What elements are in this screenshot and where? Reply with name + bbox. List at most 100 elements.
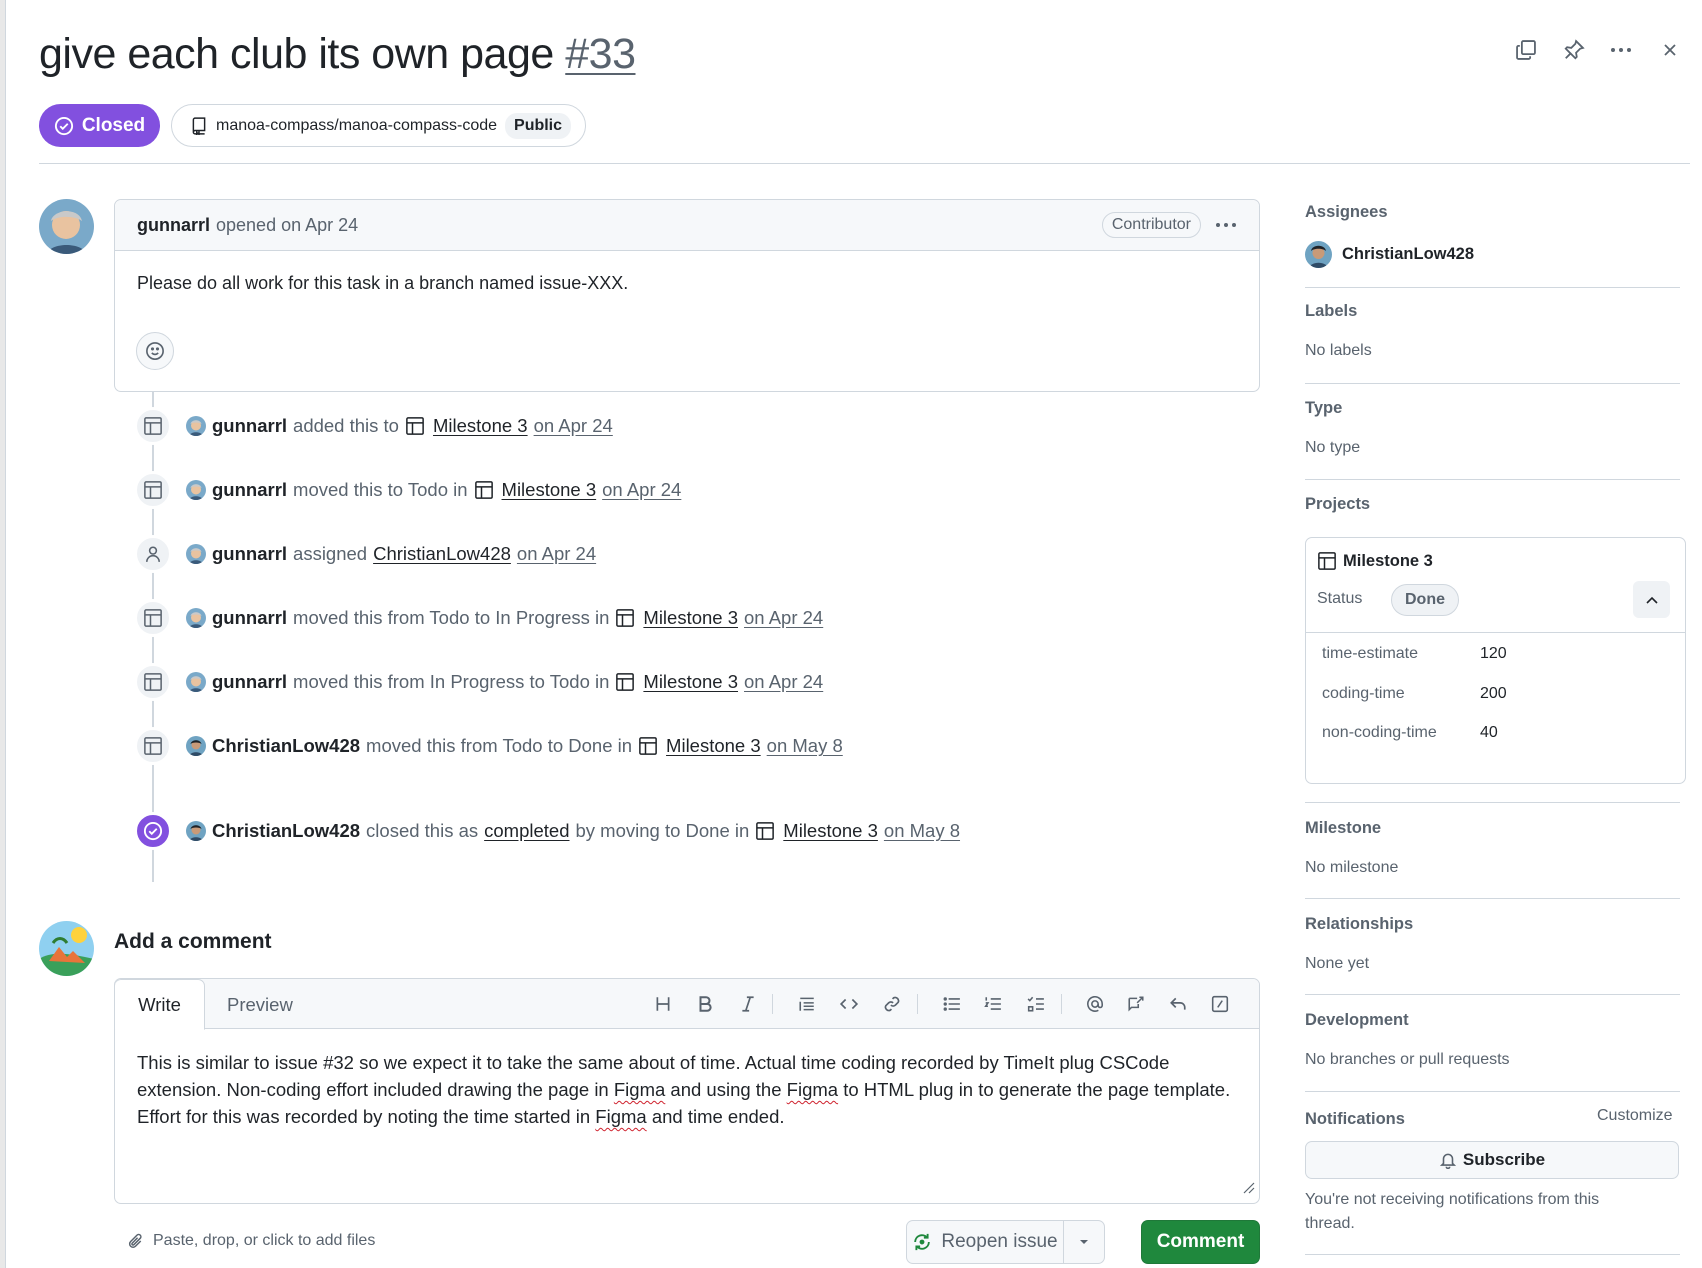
quote-icon[interactable] — [795, 992, 819, 1016]
actor-avatar[interactable] — [186, 416, 206, 436]
project-field-value[interactable]: 200 — [1480, 685, 1507, 703]
reopen-issue-button[interactable]: Reopen issue — [907, 1221, 1064, 1263]
event-project-link[interactable]: Milestone 3 — [643, 607, 738, 629]
bold-icon[interactable] — [693, 992, 717, 1016]
task-list-icon[interactable] — [1024, 992, 1048, 1016]
event-date[interactable]: on May 8 — [884, 820, 960, 842]
actor-avatar[interactable] — [186, 608, 206, 628]
project-field-name: non-coding-time — [1322, 724, 1437, 741]
event-project-link[interactable]: Milestone 3 — [433, 415, 528, 437]
cross-reference-icon[interactable] — [1124, 992, 1148, 1016]
projects-heading[interactable]: Projects — [1305, 495, 1370, 514]
event-date[interactable]: on Apr 24 — [534, 415, 613, 437]
event-project-link[interactable]: Milestone 3 — [502, 479, 597, 501]
actor-avatar[interactable] — [186, 821, 206, 841]
event-actor[interactable]: ChristianLow428 — [212, 820, 360, 842]
comment-author[interactable]: gunnarrl — [137, 215, 210, 236]
close-icon[interactable] — [1656, 36, 1684, 64]
development-heading[interactable]: Development — [1305, 1011, 1409, 1030]
comment-menu-icon[interactable] — [1215, 222, 1237, 228]
comment-textarea[interactable]: This is similar to issue #32 so we expec… — [115, 1029, 1259, 1150]
event-project-link[interactable]: Milestone 3 — [666, 735, 761, 757]
actor-avatar[interactable] — [186, 544, 206, 564]
relationships-heading[interactable]: Relationships — [1305, 915, 1413, 934]
customize-notifications-link[interactable]: Customize — [1597, 1107, 1673, 1125]
project-table-icon — [615, 672, 639, 692]
labels-heading[interactable]: Labels — [1305, 302, 1357, 321]
event-date[interactable]: on Apr 24 — [744, 607, 823, 629]
bell-icon — [1439, 1153, 1456, 1169]
event-action: moved this to Todo in — [293, 479, 468, 500]
actor-avatar[interactable] — [186, 480, 206, 500]
ordered-list-icon[interactable] — [981, 992, 1005, 1016]
event-target-link[interactable]: completed — [484, 820, 569, 842]
event-date[interactable]: on Apr 24 — [602, 479, 681, 501]
mention-icon[interactable] — [1083, 992, 1107, 1016]
add-reaction-button[interactable] — [136, 332, 174, 370]
actor-avatar[interactable] — [186, 672, 206, 692]
status-value-badge[interactable]: Done — [1391, 584, 1459, 616]
event-actor[interactable]: gunnarrl — [212, 671, 287, 693]
project-title[interactable]: Milestone 3 — [1317, 551, 1433, 571]
timeline-event: ChristianLow428 moved this from Todo to D… — [134, 727, 843, 765]
italic-icon[interactable] — [736, 992, 760, 1016]
unordered-list-icon[interactable] — [940, 992, 964, 1016]
issue-title-text: give each club its own page — [39, 30, 554, 78]
assignee-item[interactable]: ChristianLow428 — [1305, 241, 1474, 268]
project-field-value[interactable]: 120 — [1480, 645, 1507, 663]
project-field-value[interactable]: 40 — [1480, 724, 1498, 742]
current-user-avatar[interactable] — [39, 921, 94, 976]
event-actor[interactable]: gunnarrl — [212, 543, 287, 565]
event-project[interactable]: Milestone 3 — [615, 671, 738, 693]
author-avatar[interactable] — [39, 199, 94, 254]
tab-preview[interactable]: Preview — [227, 979, 293, 1030]
reopen-icon — [914, 1233, 931, 1251]
event-actor[interactable]: gunnarrl — [212, 415, 287, 437]
actor-avatar[interactable] — [186, 736, 206, 756]
slash-commands-icon[interactable] — [1208, 992, 1232, 1016]
comment-button[interactable]: Comment — [1141, 1220, 1260, 1264]
subscribe-button[interactable]: Subscribe — [1305, 1141, 1679, 1179]
issue-number-link[interactable]: #33 — [565, 30, 636, 78]
event-project[interactable]: Milestone 3 — [615, 607, 738, 629]
copy-icon[interactable] — [1512, 36, 1540, 64]
link-icon[interactable] — [880, 992, 904, 1016]
event-target-link[interactable]: ChristianLow428 — [373, 543, 511, 565]
event-project-link[interactable]: Milestone 3 — [783, 820, 878, 842]
assignees-heading[interactable]: Assignees — [1305, 203, 1388, 222]
event-project[interactable]: Milestone 3 — [474, 479, 597, 501]
event-project-link[interactable]: Milestone 3 — [643, 671, 738, 693]
event-date[interactable]: on Apr 24 — [744, 671, 823, 693]
comment-opened-date[interactable]: opened on Apr 24 — [216, 215, 358, 236]
issue-body-comment: gunnarrl opened on Apr 24 Contributor Pl… — [114, 199, 1260, 392]
event-project[interactable]: Milestone 3 — [638, 735, 761, 757]
event-date[interactable]: on Apr 24 — [517, 543, 596, 565]
repo-badge[interactable]: manoa-compass/manoa-compass-code Public — [171, 104, 587, 147]
event-project[interactable]: Milestone 3 — [405, 415, 528, 437]
heading-icon[interactable] — [651, 992, 675, 1016]
reopen-issue-button-group: Reopen issue — [906, 1220, 1105, 1264]
event-date[interactable]: on May 8 — [767, 735, 843, 757]
pin-icon[interactable] — [1560, 36, 1588, 64]
attach-files[interactable]: Paste, drop, or click to add files — [128, 1232, 375, 1250]
event-actor[interactable]: gunnarrl — [212, 479, 287, 501]
project-name[interactable]: Milestone 3 — [1343, 552, 1433, 571]
more-options-icon[interactable] — [1607, 36, 1635, 64]
resize-handle-icon[interactable] — [1241, 1180, 1255, 1199]
milestone-heading[interactable]: Milestone — [1305, 819, 1381, 838]
reopen-options-dropdown[interactable] — [1064, 1221, 1104, 1263]
person-icon — [134, 535, 172, 573]
tab-write[interactable]: Write — [115, 979, 205, 1030]
visibility-label: Public — [505, 112, 572, 139]
event-project[interactable]: Milestone 3 — [755, 820, 878, 842]
event-actor[interactable]: gunnarrl — [212, 607, 287, 629]
code-icon[interactable] — [837, 992, 861, 1016]
collapse-project-button[interactable] — [1633, 581, 1670, 618]
assignee-name[interactable]: ChristianLow428 — [1342, 245, 1474, 264]
attach-files-label[interactable]: Paste, drop, or click to add files — [153, 1232, 375, 1250]
type-heading[interactable]: Type — [1305, 399, 1342, 418]
reply-icon[interactable] — [1166, 992, 1190, 1016]
development-value: No branches or pull requests — [1305, 1051, 1510, 1068]
repo-name[interactable]: manoa-compass/manoa-compass-code — [216, 117, 497, 135]
event-actor[interactable]: ChristianLow428 — [212, 735, 360, 757]
